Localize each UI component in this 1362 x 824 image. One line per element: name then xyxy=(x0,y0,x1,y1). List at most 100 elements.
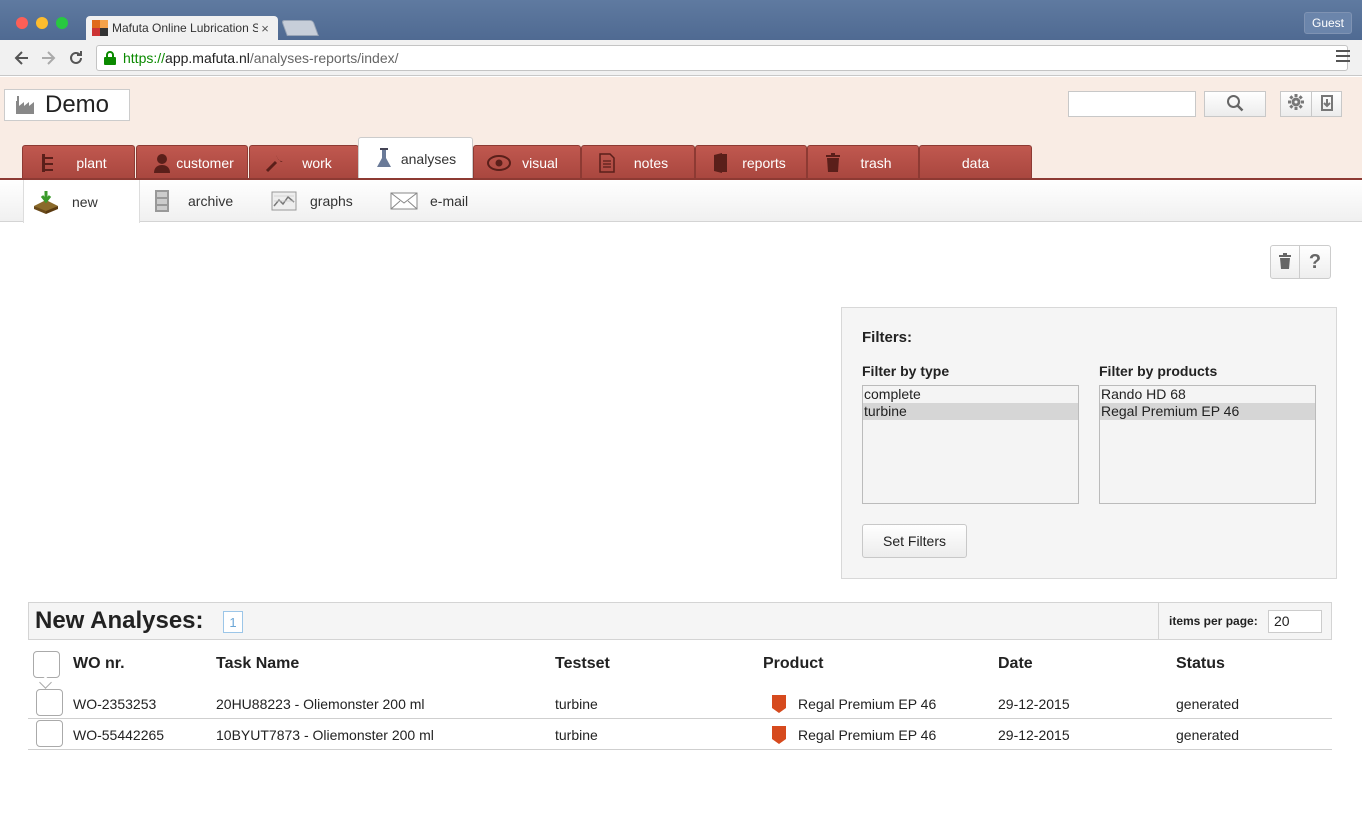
tab-label: reports xyxy=(742,155,786,171)
guest-profile-button[interactable]: Guest xyxy=(1303,12,1352,34)
column-header-date[interactable]: Date xyxy=(998,655,1033,673)
analyses-title: New Analyses: xyxy=(35,607,204,634)
subtab-graphs[interactable]: graphs xyxy=(270,180,353,222)
filter-product-option[interactable]: Regal Premium EP 46 xyxy=(1100,403,1315,420)
site-title: Demo xyxy=(45,91,110,118)
new-tab-button[interactable] xyxy=(281,20,319,36)
table-row[interactable]: WO-55442265 10BYUT7873 - Oliemonster 200… xyxy=(28,719,1332,750)
filter-product-option[interactable]: Rando HD 68 xyxy=(1100,386,1315,403)
address-bar[interactable]: https:// app.mafuta.nl /analyses-reports… xyxy=(96,45,1348,71)
tab-notes[interactable]: notes xyxy=(581,145,695,180)
browser-tab[interactable]: Mafuta Online Lubrication S × xyxy=(86,16,278,40)
cell-wo: WO-2353253 xyxy=(73,696,157,712)
reports-icon xyxy=(708,151,734,175)
filter-products-list[interactable]: Rando HD 68 Regal Premium EP 46 xyxy=(1099,385,1316,504)
tab-trash[interactable]: trash xyxy=(807,145,919,180)
close-window-button[interactable] xyxy=(16,17,28,29)
filter-type-option[interactable]: complete xyxy=(863,386,1078,403)
url-host: app.mafuta.nl xyxy=(165,50,250,66)
select-all-checkbox[interactable] xyxy=(33,651,60,678)
delete-button[interactable] xyxy=(1270,245,1300,279)
subtab-new[interactable]: new xyxy=(23,180,140,223)
filter-type-list[interactable]: complete turbine xyxy=(862,385,1079,504)
gear-icon xyxy=(1287,93,1305,116)
cell-date: 29-12-2015 xyxy=(998,696,1070,712)
tab-plant[interactable]: plant xyxy=(22,145,135,180)
tab-close-icon[interactable]: × xyxy=(258,21,272,36)
row-checkbox[interactable] xyxy=(36,689,63,716)
tab-label: plant xyxy=(76,155,107,171)
tab-label: trash xyxy=(860,155,892,171)
column-header-task[interactable]: Task Name xyxy=(216,655,299,673)
notes-icon xyxy=(594,151,620,175)
cell-product: Regal Premium EP 46 xyxy=(798,727,937,743)
items-per-page-input[interactable]: 20 xyxy=(1268,610,1322,633)
maximize-window-button[interactable] xyxy=(56,17,68,29)
sub-navigation: new archive graphs e-mail xyxy=(0,180,1362,223)
tab-label: customer xyxy=(176,155,234,171)
items-per-page-label: items per page: xyxy=(1169,614,1258,628)
cell-testset: turbine xyxy=(555,727,598,743)
tab-label: visual xyxy=(522,155,558,171)
search-button[interactable] xyxy=(1204,91,1266,117)
cell-wo: WO-55442265 xyxy=(73,727,165,743)
browser-window: Mafuta Online Lubrication S × Guest http… xyxy=(0,0,1362,824)
analyses-header: New Analyses: 1 items per page: 20 xyxy=(28,602,1332,640)
site-title-box[interactable]: Demo xyxy=(4,89,130,121)
tab-data[interactable]: data xyxy=(919,145,1032,180)
tab-reports[interactable]: reports xyxy=(695,145,807,180)
wrench-icon xyxy=(262,151,288,175)
subtab-label: e-mail xyxy=(430,193,469,209)
filter-type-label: Filter by type xyxy=(862,363,950,379)
column-header-status[interactable]: Status xyxy=(1176,655,1225,673)
url-path: /analyses-reports/index/ xyxy=(249,50,399,66)
cell-task: 20HU88223 - Oliemonster 200 ml xyxy=(216,696,425,712)
subtab-archive[interactable]: archive xyxy=(148,180,233,222)
logout-icon xyxy=(1320,94,1334,114)
cell-date: 29-12-2015 xyxy=(998,727,1070,743)
column-header-wo[interactable]: WO nr. xyxy=(73,655,125,673)
tab-analyses[interactable]: analyses xyxy=(358,137,473,180)
table-header: WO nr. Task Name Testset Product Date St… xyxy=(28,647,1332,687)
cell-task: 10BYUT7873 - Oliemonster 200 ml xyxy=(216,727,434,743)
trash-icon xyxy=(820,151,846,175)
cell-product: Regal Premium EP 46 xyxy=(798,696,937,712)
back-arrow-icon[interactable] xyxy=(12,48,32,68)
browser-menu-icon[interactable] xyxy=(1336,50,1350,64)
customer-icon xyxy=(149,151,175,175)
help-button[interactable]: ? xyxy=(1299,245,1331,279)
tab-visual[interactable]: visual xyxy=(473,145,581,180)
column-header-product[interactable]: Product xyxy=(763,655,823,673)
help-icon: ? xyxy=(1308,250,1322,273)
app-header: Demo plant customer work analyses visual… xyxy=(0,77,1362,180)
logout-button[interactable] xyxy=(1312,91,1342,117)
tab-work[interactable]: work xyxy=(249,145,359,180)
trash-icon xyxy=(1278,252,1292,272)
set-filters-button[interactable]: Set Filters xyxy=(862,524,967,558)
settings-button[interactable] xyxy=(1280,91,1312,117)
tab-customer[interactable]: customer xyxy=(136,145,248,180)
new-analysis-icon xyxy=(32,190,60,214)
email-icon xyxy=(390,189,418,213)
subtab-email[interactable]: e-mail xyxy=(390,180,468,222)
subtab-label: archive xyxy=(188,193,234,209)
pagination-page[interactable]: 1 xyxy=(223,611,243,633)
reload-icon[interactable] xyxy=(66,48,86,68)
column-header-testset[interactable]: Testset xyxy=(555,655,610,673)
app-page: Demo plant customer work analyses visual… xyxy=(0,77,1362,824)
forward-arrow-icon[interactable] xyxy=(38,48,58,68)
search-input[interactable] xyxy=(1068,91,1196,117)
tab-label: analyses xyxy=(400,151,457,167)
subtab-label: new xyxy=(72,193,98,210)
filter-type-option[interactable]: turbine xyxy=(863,403,1078,420)
table-row[interactable]: WO-2353253 20HU88223 - Oliemonster 200 m… xyxy=(28,688,1332,719)
browser-titlebar: Mafuta Online Lubrication S × Guest xyxy=(0,0,1362,40)
plant-icon xyxy=(35,151,61,175)
minimize-window-button[interactable] xyxy=(36,17,48,29)
row-checkbox[interactable] xyxy=(36,720,63,747)
browser-toolbar: https:// app.mafuta.nl /analyses-reports… xyxy=(0,40,1362,76)
tab-label: work xyxy=(302,155,332,171)
tab-label: data xyxy=(961,155,990,171)
tab-label: notes xyxy=(633,155,669,171)
browser-tab-title: Mafuta Online Lubrication S xyxy=(112,21,258,35)
